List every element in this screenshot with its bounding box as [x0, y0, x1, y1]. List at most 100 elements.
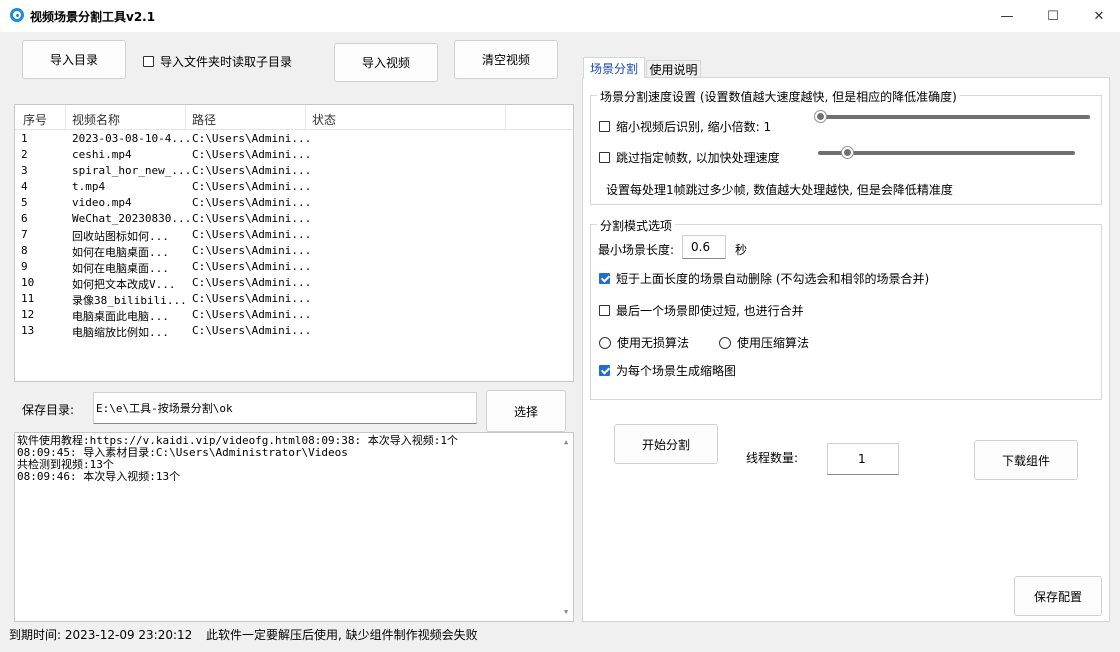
download-components-button[interactable]: 下载组件 — [974, 440, 1078, 480]
table-row[interactable]: 9 如何在电脑桌面... C:\Users\Admini... — [15, 259, 573, 275]
cell-no: 9 — [21, 260, 28, 273]
shrink-slider[interactable] — [820, 115, 1090, 119]
video-list[interactable]: 序号 视频名称 路径 状态 1 2023-03-08-10-4... C:\User… — [14, 104, 574, 382]
shrink-slider-handle[interactable] — [815, 111, 826, 122]
compress-radio[interactable]: 使用压缩算法 — [719, 334, 809, 351]
thumbnail-checkbox[interactable]: 为每个场景生成缩略图 — [599, 362, 736, 379]
cell-no: 12 — [21, 308, 35, 321]
table-row[interactable]: 12 电脑桌面此电脑... C:\Users\Admini... — [15, 307, 573, 323]
cell-no: 1 — [21, 132, 28, 145]
clear-video-button[interactable]: 清空视频 — [454, 40, 558, 79]
shrink-checkbox[interactable]: 缩小视频后识别, 缩小倍数: 1 — [599, 118, 771, 135]
lossless-radio[interactable]: 使用无损算法 — [599, 334, 689, 351]
table-row[interactable]: 5 video.mp4 C:\Users\Admini... — [15, 195, 573, 211]
cell-path: C:\Users\Admini... — [192, 308, 312, 321]
cell-name: 电脑桌面此电脑... — [72, 310, 169, 323]
cell-no: 13 — [21, 324, 35, 337]
skip-frames-label: 跳过指定帧数, 以加快处理速度 — [616, 151, 780, 165]
save-dir-input[interactable]: E:\e\工具-按场景分割\ok — [93, 392, 477, 424]
import-video-button[interactable]: 导入视频 — [334, 43, 438, 82]
read-subdirs-checkbox[interactable]: 导入文件夹时读取子目录 — [143, 53, 292, 70]
col-path[interactable]: 路径 — [192, 111, 216, 128]
cell-name: ceshi.mp4 — [72, 148, 132, 161]
log-line: 08:09:46: 本次导入视频:13个 — [17, 470, 181, 483]
seconds-unit: 秒 — [735, 243, 748, 257]
cell-path: C:\Users\Admini... — [192, 228, 312, 241]
table-row[interactable]: 2 ceshi.mp4 C:\Users\Admini... — [15, 147, 573, 163]
skip-frames-slider[interactable] — [818, 151, 1075, 155]
cell-name: 如何在电脑桌面... — [72, 246, 169, 259]
table-row[interactable]: 4 t.mp4 C:\Users\Admini... — [15, 179, 573, 195]
table-row[interactable]: 3 spiral_hor_new_... C:\Users\Admini... — [15, 163, 573, 179]
cell-path: C:\Users\Admini... — [192, 196, 312, 209]
speed-legend: 场景分割速度设置 (设置数值越大速度越快, 但是相应的降低准确度) — [597, 88, 960, 105]
cell-path: C:\Users\Admini... — [192, 212, 312, 225]
table-row[interactable]: 1 2023-03-08-10-4... C:\Users\Admini... — [15, 131, 573, 147]
col-name[interactable]: 视频名称 — [72, 111, 120, 128]
cell-no: 11 — [21, 292, 35, 305]
close-button[interactable]: ✕ — [1076, 0, 1120, 32]
cell-name: 2023-03-08-10-4... — [72, 132, 192, 145]
cell-path: C:\Users\Admini... — [192, 132, 312, 145]
checkbox-box[interactable] — [599, 365, 610, 376]
app-icon — [10, 8, 24, 22]
table-row[interactable]: 13 电脑缩放比例如... C:\Users\Admini... — [15, 323, 573, 339]
list-header: 序号 视频名称 路径 状态 — [15, 105, 573, 130]
cell-name: WeChat_20230830... — [72, 212, 192, 225]
tab-help[interactable]: 使用说明 — [646, 60, 701, 78]
log-output[interactable]: 软件使用教程:https://v.kaidi.vip/videofg.html0… — [14, 432, 574, 622]
minimize-button[interactable]: — — [984, 0, 1030, 32]
radio-circle[interactable] — [599, 336, 611, 349]
skip-frames-checkbox[interactable]: 跳过指定帧数, 以加快处理速度 — [599, 149, 780, 166]
checkbox-box[interactable] — [143, 56, 154, 67]
checkbox-box[interactable] — [599, 121, 610, 132]
cell-no: 5 — [21, 196, 28, 209]
cell-path: C:\Users\Admini... — [192, 164, 312, 177]
cell-no: 6 — [21, 212, 28, 225]
col-status[interactable]: 状态 — [312, 111, 336, 128]
window-title: 视频场景分割工具v2.1 — [30, 10, 156, 24]
scroll-down-icon[interactable]: ▼ — [564, 606, 568, 618]
cell-name: 录像38_bilibili... — [72, 294, 187, 307]
threads-label: 线程数量: — [746, 451, 799, 465]
choose-dir-button[interactable]: 选择 — [486, 390, 566, 432]
merge-last-label: 最后一个场景即使过短, 也进行合并 — [616, 304, 804, 318]
log-scrollbar[interactable]: ▲ ▼ — [561, 433, 573, 621]
radio-circle[interactable] — [719, 336, 731, 349]
checkbox-box[interactable] — [599, 305, 610, 316]
skip-frames-slider-handle[interactable] — [842, 147, 853, 158]
start-split-button[interactable]: 开始分割 — [614, 424, 718, 464]
min-scene-length-label: 最小场景长度: — [598, 243, 675, 257]
maximize-button[interactable]: ☐ — [1030, 0, 1076, 32]
read-subdirs-label: 导入文件夹时读取子目录 — [160, 55, 293, 69]
skip-hint: 设置每处理1帧跳过多少帧, 数值越大处理越快, 但是会降低精准度 — [606, 183, 953, 197]
expire-time: 到期时间: 2023-12-09 23:20:12 — [9, 628, 193, 642]
table-row[interactable]: 7 回收站图标如何... C:\Users\Admini... — [15, 227, 573, 243]
table-row[interactable]: 10 如何把文本改成V... C:\Users\Admini... — [15, 275, 573, 291]
checkbox-box[interactable] — [599, 273, 610, 284]
threads-input[interactable]: 1 — [827, 443, 899, 475]
cell-path: C:\Users\Admini... — [192, 244, 312, 257]
compress-label: 使用压缩算法 — [737, 336, 810, 350]
cell-no: 7 — [21, 228, 28, 241]
auto-delete-checkbox[interactable]: 短于上面长度的场景自动删除 (不勾选会和相邻的场景合并) — [599, 270, 929, 287]
tab-scene-split[interactable]: 场景分割 — [583, 57, 645, 78]
cell-name: 电脑缩放比例如... — [72, 326, 169, 339]
table-row[interactable]: 11 录像38_bilibili... C:\Users\Admini... — [15, 291, 573, 307]
save-config-button[interactable]: 保存配置 — [1014, 576, 1102, 616]
table-row[interactable]: 8 如何在电脑桌面... C:\Users\Admini... — [15, 243, 573, 259]
lossless-label: 使用无损算法 — [617, 336, 690, 350]
table-row[interactable]: 6 WeChat_20230830... C:\Users\Admini... — [15, 211, 573, 227]
cell-path: C:\Users\Admini... — [192, 148, 312, 161]
import-dir-button[interactable]: 导入目录 — [22, 40, 126, 79]
cell-name: video.mp4 — [72, 196, 132, 209]
thumbnail-label: 为每个场景生成缩略图 — [616, 364, 737, 378]
cell-name: 如何在电脑桌面... — [72, 262, 169, 275]
scroll-up-icon[interactable]: ▲ — [564, 436, 568, 448]
col-no[interactable]: 序号 — [23, 111, 47, 128]
merge-last-checkbox[interactable]: 最后一个场景即使过短, 也进行合并 — [599, 302, 804, 319]
cell-no: 4 — [21, 180, 28, 193]
cell-no: 2 — [21, 148, 28, 161]
min-scene-length-input[interactable]: 0.6 — [682, 235, 726, 259]
checkbox-box[interactable] — [599, 152, 610, 163]
